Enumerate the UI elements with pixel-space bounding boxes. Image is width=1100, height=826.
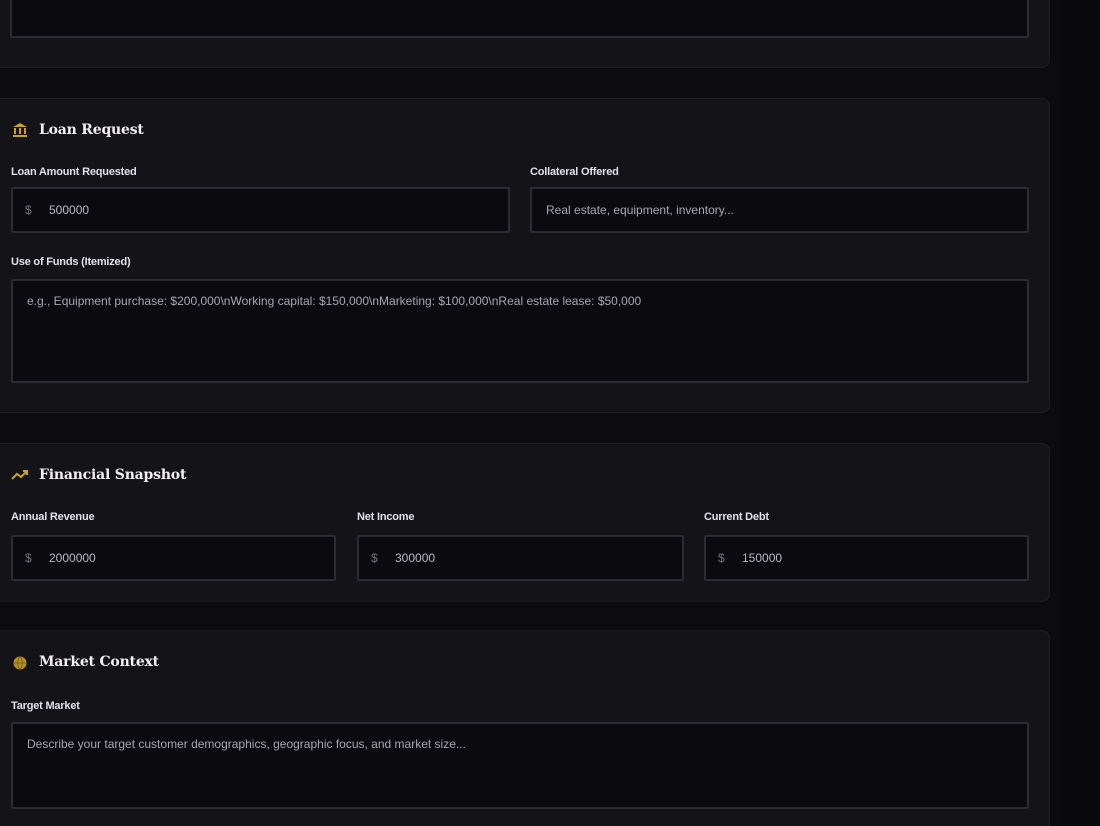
loan-amount-label: Loan Amount Requested: [11, 166, 137, 178]
currency-prefix: $: [718, 551, 725, 565]
current-debt-input[interactable]: $ 150000: [704, 535, 1029, 581]
globe-icon: [11, 653, 29, 671]
annual-revenue-value: 2000000: [49, 551, 96, 565]
financial-snapshot-header: Financial Snapshot: [11, 466, 186, 484]
market-context-title: Market Context: [39, 654, 159, 670]
annual-revenue-input[interactable]: $ 2000000: [11, 535, 336, 581]
loan-request-title: Loan Request: [39, 122, 144, 138]
net-income-value: 300000: [395, 551, 436, 565]
currency-prefix: $: [371, 551, 378, 565]
previous-section-card: [0, 0, 1050, 68]
trending-up-icon: [11, 466, 29, 484]
use-of-funds-textarea[interactable]: e.g., Equipment purchase: $200,000\nWork…: [11, 279, 1029, 383]
previous-textarea[interactable]: [10, 0, 1029, 38]
loan-amount-value: 500000: [49, 203, 90, 217]
annual-revenue-label: Annual Revenue: [11, 511, 95, 523]
market-context-header: Market Context: [11, 653, 159, 671]
financial-snapshot-card: Financial Snapshot Annual Revenue $ 2000…: [0, 443, 1050, 602]
collateral-label: Collateral Offered: [530, 166, 619, 178]
net-income-input[interactable]: $ 300000: [357, 535, 684, 581]
target-market-placeholder: Describe your target customer demographi…: [27, 737, 466, 751]
loan-amount-input[interactable]: $ 500000: [11, 187, 510, 233]
financial-snapshot-title: Financial Snapshot: [39, 467, 187, 483]
market-context-card: Market Context Target Market Describe yo…: [0, 630, 1050, 826]
loan-request-header: Loan Request: [11, 121, 144, 139]
collateral-placeholder: Real estate, equipment, inventory...: [546, 203, 734, 217]
bank-icon: [11, 121, 29, 139]
current-debt-label: Current Debt: [704, 511, 769, 523]
current-debt-value: 150000: [742, 551, 783, 565]
currency-prefix: $: [25, 551, 32, 565]
currency-prefix: $: [25, 203, 32, 217]
collateral-input[interactable]: Real estate, equipment, inventory...: [530, 187, 1029, 233]
net-income-label: Net Income: [357, 511, 415, 523]
target-market-label: Target Market: [11, 700, 80, 712]
use-of-funds-placeholder: e.g., Equipment purchase: $200,000\nWork…: [27, 294, 642, 308]
form-page: Loan Request Loan Amount Requested $ 500…: [0, 0, 1100, 826]
use-of-funds-label: Use of Funds (Itemized): [11, 256, 131, 268]
scrollbar-track[interactable]: [1060, 0, 1100, 826]
loan-request-card: Loan Request Loan Amount Requested $ 500…: [0, 98, 1050, 413]
target-market-textarea[interactable]: Describe your target customer demographi…: [11, 722, 1029, 809]
